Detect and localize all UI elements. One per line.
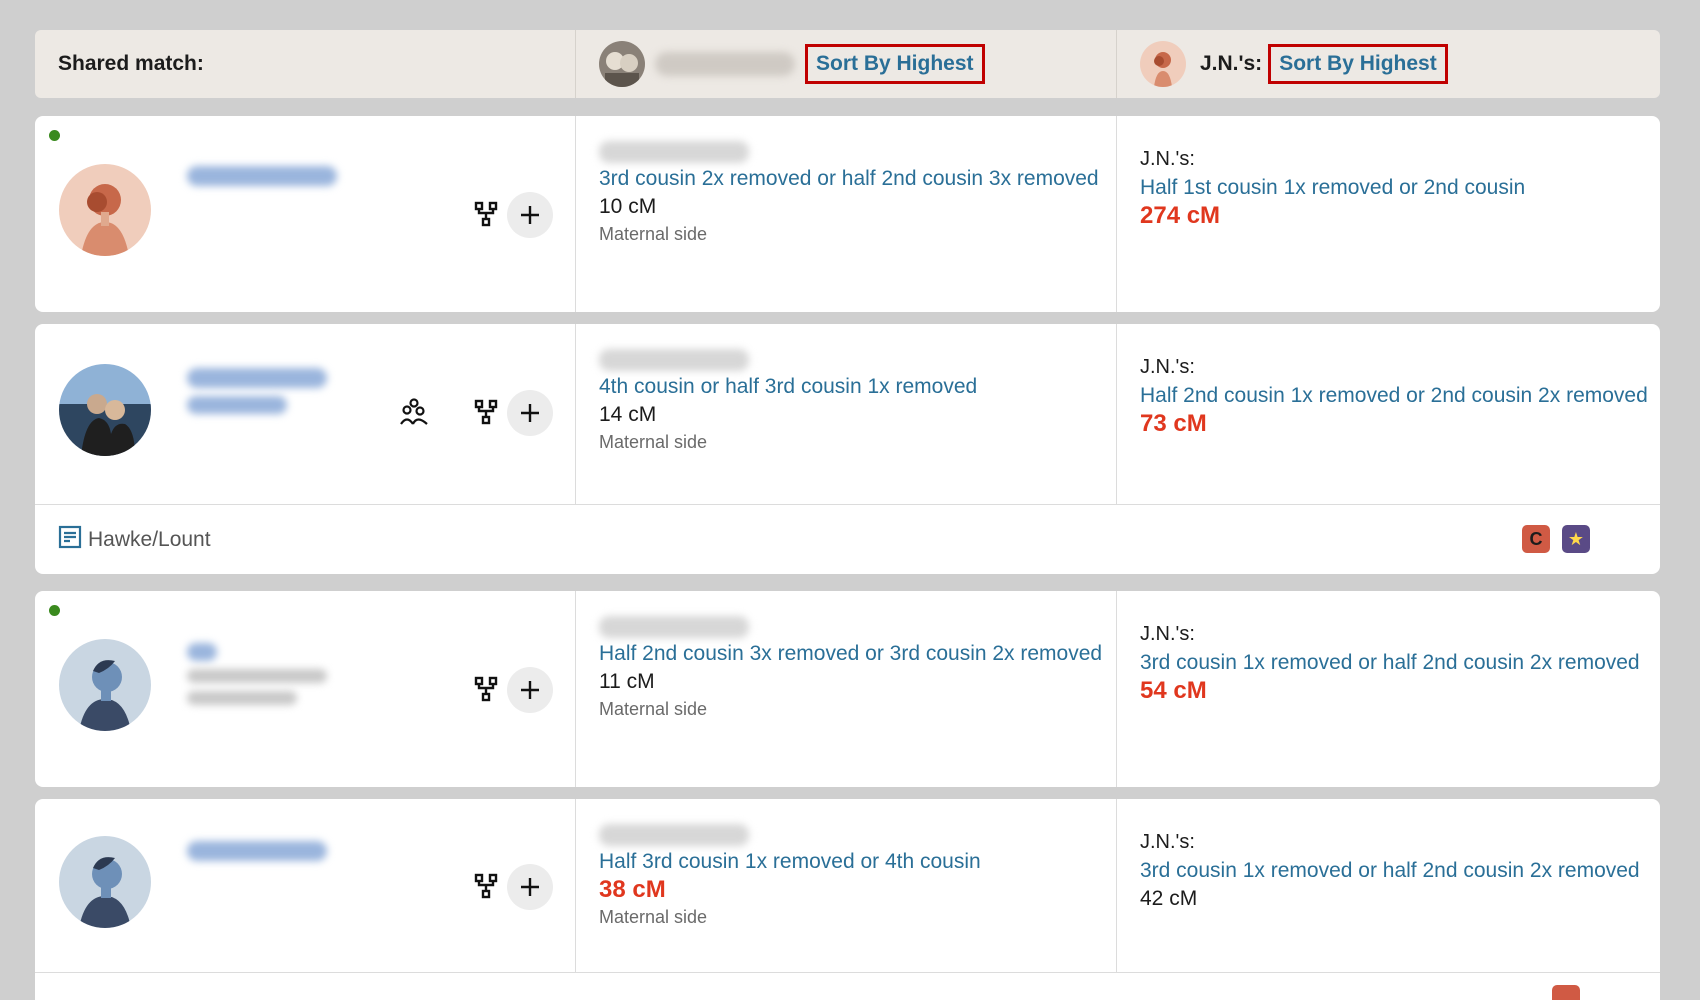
shared-match-header: Shared match: Sort By Highest J.N.'s: So… xyxy=(35,30,1660,98)
relationship-link[interactable]: Half 2nd cousin 3x removed or 3rd cousin… xyxy=(599,640,1116,668)
relationship-link[interactable]: Half 1st cousin 1x removed or 2nd cousin xyxy=(1140,174,1660,202)
side-label: Maternal side xyxy=(599,224,708,244)
match-card: 4th cousin or half 3rd cousin 1x removed… xyxy=(35,324,1660,574)
match-name-blurred[interactable] xyxy=(187,841,327,861)
jn-relationship: J.N.'s: 3rd cousin 1x removed or half 2n… xyxy=(1117,591,1660,787)
shared-match-label: Shared match: xyxy=(35,30,576,98)
match-profile xyxy=(35,116,576,312)
jn-relationship: J.N.'s: Half 2nd cousin 1x removed or 2n… xyxy=(1117,324,1660,504)
shared-cm: 10 cM xyxy=(599,195,657,218)
avatar[interactable] xyxy=(59,639,151,731)
relationship-link[interactable]: Half 3rd cousin 1x removed or 4th cousin xyxy=(599,848,1116,876)
jn-label: J.N.'s: xyxy=(1140,623,1195,645)
shared-cm: 38 cM xyxy=(599,876,666,903)
tester-relationship: Half 2nd cousin 3x removed or 3rd cousin… xyxy=(576,591,1117,787)
custom-group-tag[interactable] xyxy=(1552,985,1580,1000)
relationship-link[interactable]: Half 2nd cousin 1x removed or 2nd cousin… xyxy=(1140,382,1660,410)
jn-label: J.N.'s: xyxy=(1140,831,1195,853)
match-info-blurred xyxy=(187,669,327,683)
jn-relationship: J.N.'s: Half 1st cousin 1x removed or 2n… xyxy=(1117,116,1660,312)
shared-cm: 11 cM xyxy=(599,670,655,693)
tree-icon[interactable] xyxy=(464,864,508,908)
match-card: Half 2nd cousin 3x removed or 3rd cousin… xyxy=(35,591,1660,787)
shared-cm: 274 cM xyxy=(1140,202,1221,229)
people-icon[interactable] xyxy=(392,390,436,434)
jn-header-label: J.N.'s: xyxy=(1200,52,1263,75)
side-label: Maternal side xyxy=(599,432,708,452)
match-notes-row: Hawke/Lount C ★ xyxy=(35,504,1660,574)
jn-relationship: J.N.'s: 3rd cousin 1x removed or half 2n… xyxy=(1117,799,1660,972)
add-button[interactable] xyxy=(507,864,553,910)
tester-label-blurred xyxy=(599,141,749,163)
note-icon[interactable] xyxy=(58,525,82,554)
sort-by-highest-button-jn[interactable]: Sort By Highest xyxy=(1268,44,1448,84)
tester-relationship: 3rd cousin 2x removed or half 2nd cousin… xyxy=(576,116,1117,312)
tester-label-blurred xyxy=(599,616,749,638)
avatar[interactable] xyxy=(59,364,151,456)
match-profile xyxy=(35,799,576,972)
online-indicator xyxy=(49,605,60,616)
jn-label: J.N.'s: xyxy=(1140,148,1195,170)
relationship-link[interactable]: 3rd cousin 1x removed or half 2nd cousin… xyxy=(1140,649,1660,677)
header-tester-column: Sort By Highest xyxy=(576,30,1117,98)
shared-cm: 73 cM xyxy=(1140,410,1207,437)
match-card: 3rd cousin 2x removed or half 2nd cousin… xyxy=(35,116,1660,312)
side-label: Maternal side xyxy=(599,699,708,719)
match-name-blurred[interactable] xyxy=(187,166,337,186)
tree-icon[interactable] xyxy=(464,192,508,236)
tester-label-blurred xyxy=(599,824,749,846)
match-profile xyxy=(35,591,576,787)
add-button[interactable] xyxy=(507,667,553,713)
relationship-link[interactable]: 4th cousin or half 3rd cousin 1x removed xyxy=(599,373,1116,401)
sort-by-highest-button[interactable]: Sort By Highest xyxy=(805,44,985,84)
shared-cm: 54 cM xyxy=(1140,677,1207,704)
match-notes-row xyxy=(35,972,1660,1000)
side-label: Maternal side xyxy=(599,907,708,927)
match-name-blurred[interactable] xyxy=(187,396,287,414)
online-indicator xyxy=(49,130,60,141)
star-icon[interactable]: ★ xyxy=(1562,525,1590,553)
match-profile xyxy=(35,324,576,504)
tree-icon[interactable] xyxy=(464,667,508,711)
tester-name-blurred xyxy=(655,52,795,76)
match-info-blurred xyxy=(187,691,297,705)
shared-cm: 42 cM xyxy=(1140,887,1198,910)
match-card: Half 3rd cousin 1x removed or 4th cousin… xyxy=(35,799,1660,1000)
avatar[interactable] xyxy=(59,836,151,928)
tester-label-blurred xyxy=(599,349,749,371)
match-name-blurred[interactable] xyxy=(187,368,327,388)
header-jn-column: J.N.'s: Sort By Highest xyxy=(1117,30,1660,98)
avatar[interactable] xyxy=(59,164,151,256)
add-button[interactable] xyxy=(507,390,553,436)
jn-avatar xyxy=(1140,41,1186,87)
shared-cm: 14 cM xyxy=(599,403,657,426)
match-name-blurred[interactable] xyxy=(187,643,217,661)
relationship-link[interactable]: 3rd cousin 1x removed or half 2nd cousin… xyxy=(1140,857,1660,885)
tester-relationship: Half 3rd cousin 1x removed or 4th cousin… xyxy=(576,799,1117,972)
tree-icon[interactable] xyxy=(464,390,508,434)
jn-label: J.N.'s: xyxy=(1140,356,1195,378)
add-button[interactable] xyxy=(507,192,553,238)
note-text[interactable]: Hawke/Lount xyxy=(88,528,211,552)
tester-avatar xyxy=(599,41,645,87)
relationship-link[interactable]: 3rd cousin 2x removed or half 2nd cousin… xyxy=(599,165,1116,193)
tester-relationship: 4th cousin or half 3rd cousin 1x removed… xyxy=(576,324,1117,504)
custom-group-tag[interactable]: C xyxy=(1522,525,1550,553)
